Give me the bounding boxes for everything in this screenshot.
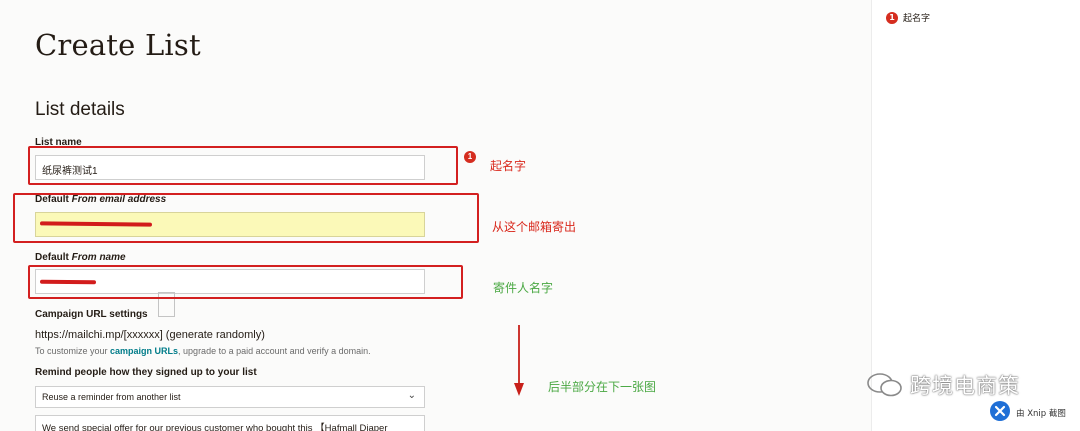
annotation-email-note: 从这个邮箱寄出 xyxy=(492,220,577,234)
campaign-url-help: To customize your campaign URLs, upgrade… xyxy=(35,346,371,356)
legend-badge: 1 xyxy=(886,11,898,24)
side-legend: 1 起名字 xyxy=(886,11,930,25)
from-name-label: Default From name xyxy=(35,252,126,263)
remind-label: Remind people how they signed up to your… xyxy=(35,367,257,378)
campaign-url-label: Campaign URL settings xyxy=(35,309,148,320)
legend-text: 起名字 xyxy=(903,14,931,24)
annotation-next-note: 后半部分在下一张图 xyxy=(548,380,657,394)
annotation-box-email xyxy=(13,193,479,243)
badge-number: 1 xyxy=(464,151,476,163)
wechat-icon xyxy=(867,373,902,397)
annotation-name-note: 起名字 xyxy=(490,159,527,173)
chevron-down-icon: ⌄ xyxy=(407,390,416,401)
mailchimp-form-panel: Create List List details List name 纸尿裤测试… xyxy=(0,0,872,431)
xnip-credit: 由 Xnip 截图 xyxy=(1016,409,1066,419)
section-heading: List details xyxy=(35,99,125,120)
down-arrow-icon xyxy=(514,325,524,396)
remind-textarea[interactable]: We send special offer for our previous c… xyxy=(35,415,425,431)
xnip-icon xyxy=(990,401,1010,421)
remind-select[interactable]: Reuse a reminder from another list ⌄ xyxy=(35,386,425,408)
annotation-sender-note: 寄件人名字 xyxy=(493,281,554,295)
watermark-text: 跨境电商策 xyxy=(910,374,1020,398)
annotation-box-sender xyxy=(28,265,463,299)
page-title: Create List xyxy=(35,28,201,62)
campaign-urls-link[interactable]: campaign URLs xyxy=(110,346,178,356)
remind-select-value: Reuse a reminder from another list xyxy=(42,392,181,402)
annotation-box-name xyxy=(28,146,458,185)
campaign-url-value: https://mailchi.mp/[xxxxxx] (generate ra… xyxy=(35,329,265,341)
